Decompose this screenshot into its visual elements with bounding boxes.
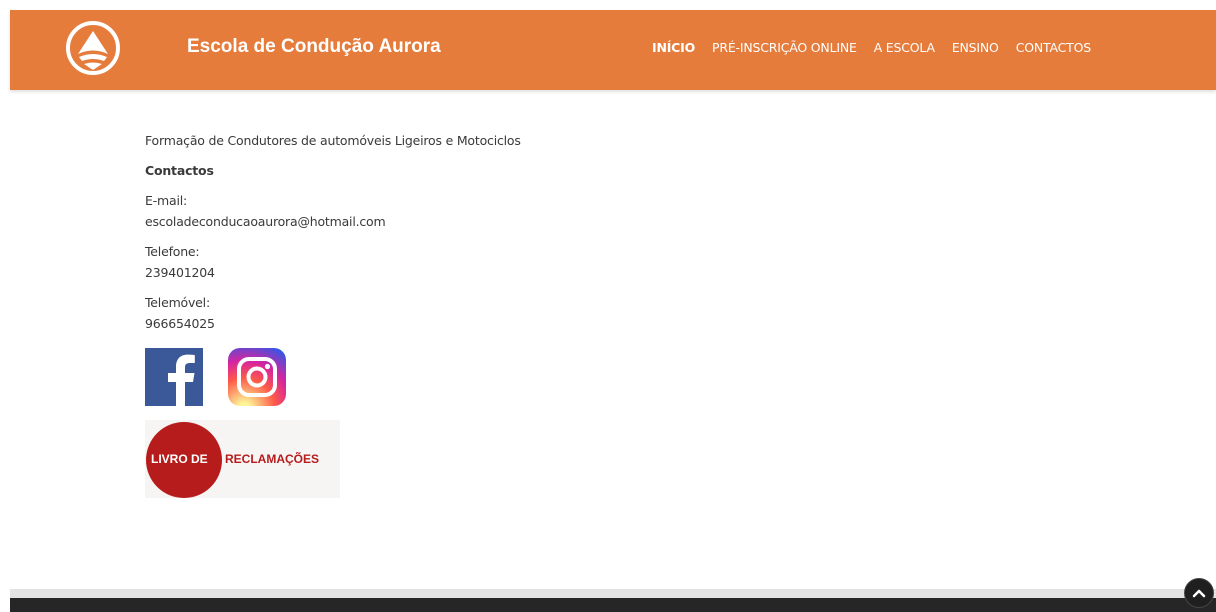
- mobile-value: 966654025: [145, 316, 215, 331]
- footer: [10, 598, 1216, 612]
- main-content: Formação de Condutores de automóveis Lig…: [145, 130, 521, 343]
- nav-item-ensino[interactable]: ENSINO: [952, 38, 999, 58]
- nav-item-pre-inscricao[interactable]: PRÉ-INSCRIÇÃO ONLINE: [712, 38, 857, 58]
- intro-text: Formação de Condutores de automóveis Lig…: [145, 133, 521, 148]
- livro-reclamacoes-link[interactable]: LIVRO DE RECLAMAÇÕES: [145, 420, 340, 498]
- nav-item-contactos[interactable]: CONTACTOS: [1016, 38, 1091, 58]
- nav-item-inicio[interactable]: INÍCIO: [652, 38, 695, 58]
- mobile-block: Telemóvel: 966654025: [145, 292, 521, 334]
- mobile-label: Telemóvel:: [145, 295, 210, 310]
- back-to-top-button[interactable]: [1184, 578, 1214, 608]
- site-header: Escola de Condução Aurora INÍCIO PRÉ-INS…: [10, 10, 1216, 90]
- phone-value: 239401204: [145, 265, 215, 280]
- email-block: E-mail: escoladeconducaoaurora@hotmail.c…: [145, 190, 521, 232]
- instagram-icon[interactable]: [228, 348, 286, 406]
- footer-divider: [10, 589, 1216, 598]
- aurora-logo-icon[interactable]: [65, 20, 121, 76]
- livro-label-part2: RECLAMAÇÕES: [225, 452, 320, 466]
- livro-label-part1: LIVRO DE: [151, 452, 208, 466]
- social-links: [145, 348, 286, 406]
- email-value: escoladeconducaoaurora@hotmail.com: [145, 214, 386, 229]
- main-nav: INÍCIO PRÉ-INSCRIÇÃO ONLINE A ESCOLA ENS…: [652, 38, 1091, 58]
- facebook-icon[interactable]: [145, 348, 203, 406]
- nav-item-a-escola[interactable]: A ESCOLA: [874, 38, 935, 58]
- phone-block: Telefone: 239401204: [145, 241, 521, 283]
- phone-label: Telefone:: [145, 244, 200, 259]
- contacts-heading: Contactos: [145, 163, 214, 178]
- site-title[interactable]: Escola de Condução Aurora: [187, 33, 441, 61]
- page: Escola de Condução Aurora INÍCIO PRÉ-INS…: [0, 0, 1216, 612]
- chevron-up-icon: [1192, 589, 1206, 598]
- email-label: E-mail:: [145, 193, 188, 208]
